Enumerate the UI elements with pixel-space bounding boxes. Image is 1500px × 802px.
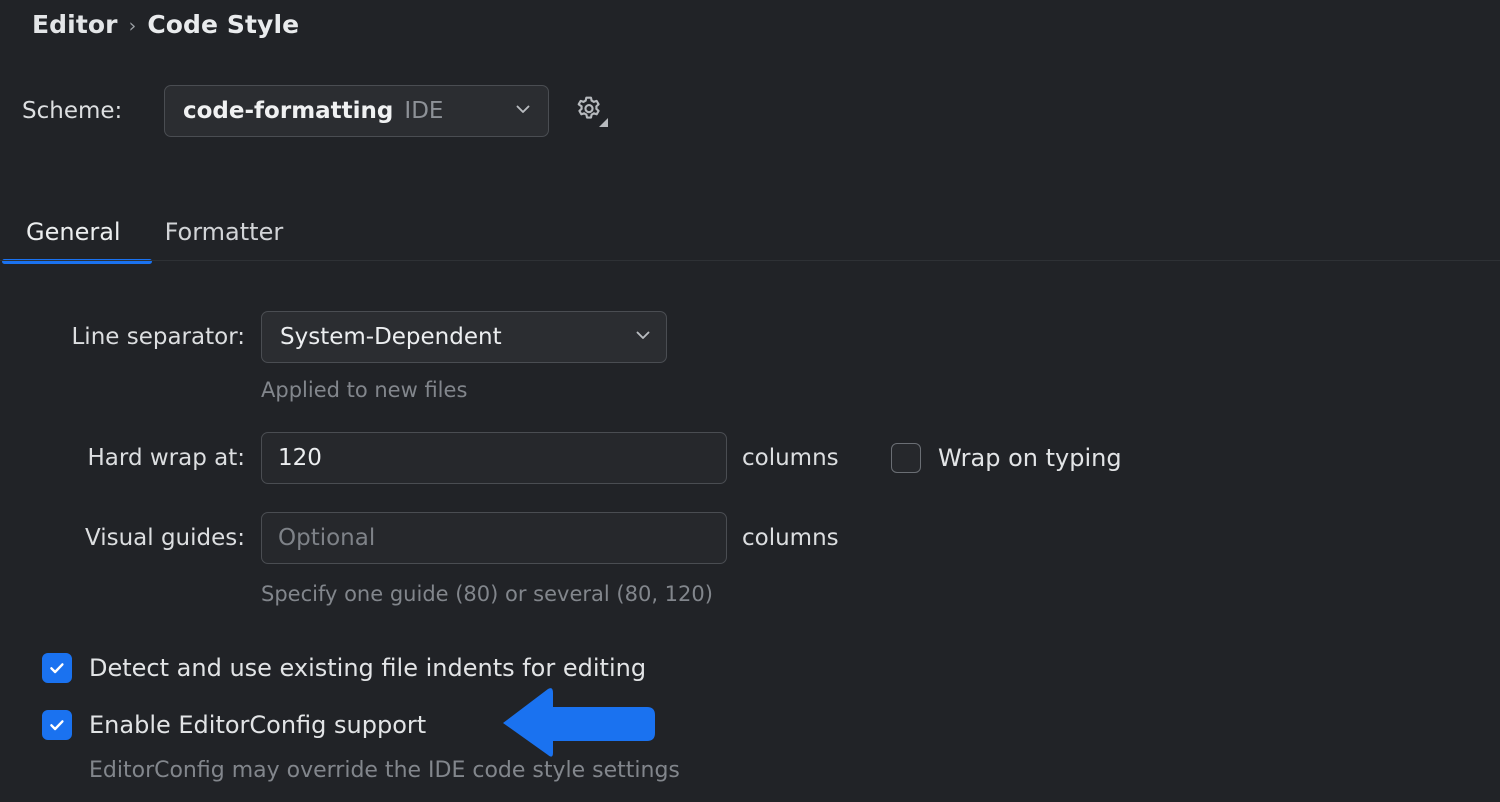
scheme-settings-button[interactable] bbox=[572, 94, 608, 128]
wrap-on-typing-label: Wrap on typing bbox=[938, 444, 1122, 472]
line-separator-label: Line separator: bbox=[71, 324, 245, 350]
chevron-down-icon bbox=[606, 324, 654, 350]
dropdown-corner-indicator-icon bbox=[599, 118, 608, 127]
tab-general[interactable]: General bbox=[4, 218, 143, 260]
detect-indents-label: Detect and use existing file indents for… bbox=[89, 654, 647, 682]
code-style-settings-page: Editor › Code Style Scheme: code-formatt… bbox=[0, 0, 1500, 802]
hard-wrap-label: Hard wrap at: bbox=[87, 445, 246, 471]
editorconfig-row[interactable]: Enable EditorConfig support bbox=[42, 710, 426, 740]
breadcrumb: Editor › Code Style bbox=[32, 10, 299, 39]
chevron-down-icon bbox=[512, 98, 534, 124]
visual-guides-row: Visual guides: Optional columns bbox=[40, 512, 839, 564]
tab-bar: General Formatter bbox=[0, 196, 1500, 264]
hard-wrap-suffix: columns bbox=[742, 445, 839, 471]
editorconfig-checkbox[interactable] bbox=[42, 710, 72, 740]
breadcrumb-item-editor[interactable]: Editor bbox=[32, 10, 118, 39]
visual-guides-hint: Specify one guide (80) or several (80, 1… bbox=[261, 582, 713, 606]
line-separator-hint: Applied to new files bbox=[261, 378, 468, 402]
arrow-left-annotation-icon bbox=[501, 685, 657, 757]
scheme-dropdown[interactable]: code-formatting IDE bbox=[164, 85, 549, 137]
breadcrumb-separator-icon: › bbox=[128, 14, 137, 37]
tab-bar-divider bbox=[0, 260, 1500, 261]
line-separator-dropdown[interactable]: System-Dependent bbox=[261, 311, 667, 363]
hard-wrap-row: Hard wrap at: 120 columns bbox=[40, 432, 839, 484]
tab-formatter[interactable]: Formatter bbox=[143, 218, 306, 260]
editorconfig-hint: EditorConfig may override the IDE code s… bbox=[89, 758, 680, 783]
visual-guides-label: Visual guides: bbox=[84, 525, 245, 551]
hard-wrap-value: 120 bbox=[278, 445, 322, 471]
detect-indents-row[interactable]: Detect and use existing file indents for… bbox=[42, 653, 646, 683]
tab-formatter-label: Formatter bbox=[164, 218, 284, 246]
scheme-row: Scheme: code-formatting IDE bbox=[22, 85, 608, 137]
breadcrumb-item-code-style: Code Style bbox=[147, 10, 300, 39]
detect-indents-checkbox[interactable] bbox=[42, 653, 72, 683]
wrap-on-typing-row[interactable]: Wrap on typing bbox=[891, 443, 1122, 473]
line-separator-row: Line separator: System-Dependent bbox=[40, 311, 667, 363]
wrap-on-typing-checkbox[interactable] bbox=[891, 443, 921, 473]
visual-guides-placeholder: Optional bbox=[278, 525, 376, 551]
visual-guides-suffix: columns bbox=[742, 525, 839, 551]
editorconfig-label: Enable EditorConfig support bbox=[89, 711, 427, 739]
scheme-label: Scheme: bbox=[22, 98, 123, 124]
tab-general-label: General bbox=[26, 218, 121, 246]
scheme-value: code-formatting bbox=[183, 98, 394, 124]
hard-wrap-input[interactable]: 120 bbox=[261, 432, 727, 484]
scheme-kind: IDE bbox=[404, 98, 444, 124]
visual-guides-input[interactable]: Optional bbox=[261, 512, 727, 564]
line-separator-value: System-Dependent bbox=[280, 324, 502, 350]
